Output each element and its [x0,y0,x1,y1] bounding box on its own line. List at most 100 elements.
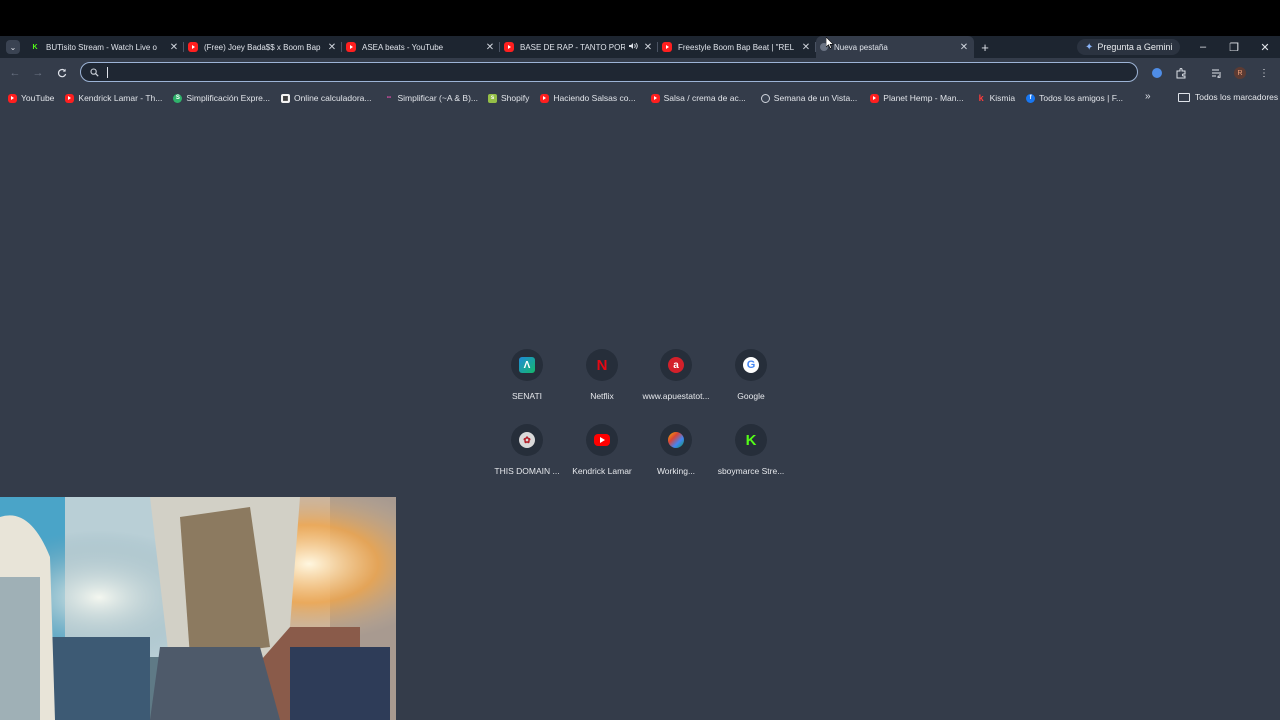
bookmark-youtube[interactable]: YouTube [8,93,54,103]
working-icon [668,432,684,448]
shortcut-tile: K [735,424,767,456]
extension-globe-icon [1152,68,1162,78]
puzzle-icon [1176,67,1185,78]
shortcut-label: SENATI [511,391,543,401]
tab-title: (Free) Joey Bada$$ x Boom Bap [204,42,321,52]
tab-title: Freestyle Boom Bap Beat | "REL [678,42,795,52]
bookmark-facebook[interactable]: f Todos los amigos | F... [1026,93,1123,103]
bookmark-kendrick-lamar[interactable]: Kendrick Lamar - Th... [65,93,162,103]
close-icon[interactable]: ✕ [168,42,180,53]
shortcut-label: THIS DOMAIN ... [494,466,560,476]
bookmark-semana-vista[interactable]: Semana de un Vista... [760,93,858,103]
bookmark-haciendo-salsas[interactable]: Haciendo Salsas co... [540,93,636,103]
youtube-icon [346,42,356,52]
search-icon [85,67,103,77]
bookmark-kismia[interactable]: k Kismia [977,93,1016,103]
tab-freestyle-boom-bap[interactable]: Freestyle Boom Bap Beat | "REL ✕ [658,36,816,58]
shortcut-sboymarce[interactable]: K sboymarce Stre... [709,424,793,494]
media-control-button[interactable] [1208,64,1226,82]
all-bookmarks-button[interactable]: Todos los marcadores [1178,92,1278,102]
black-letterbox-top [0,0,1280,36]
shortcut-tile: G [735,349,767,381]
globe-icon [760,93,770,103]
plus-icon: + [981,39,989,55]
close-icon: ✕ [1260,41,1270,54]
tab-title: ASEA beats - YouTube [362,42,444,52]
bookmark-label: Kendrick Lamar - Th... [78,93,163,103]
extensions-button[interactable] [1172,64,1190,82]
tab-butisito-stream[interactable]: K BUTisito Stream - Watch Live o ✕ [26,36,184,58]
profile-button[interactable]: R [1231,64,1249,82]
new-tab-button[interactable]: + [974,40,996,55]
shortcut-kendrick-lamar[interactable]: Kendrick Lamar [560,424,644,494]
close-icon[interactable]: ✕ [958,42,970,53]
google-icon: G [743,357,759,373]
close-icon[interactable]: ✕ [642,42,654,53]
speaker-icon[interactable] [629,42,638,52]
tab-nueva-pestana[interactable]: Nueva pestaña ✕ [816,36,974,58]
bookmark-calculadora[interactable]: ▦ Online calculadora... [280,93,371,103]
reload-button[interactable] [53,64,71,82]
shortcut-label: www.apuestatot... [642,391,710,401]
kick-icon: K [745,431,757,449]
minimize-icon: – [1199,41,1207,53]
tab-asea-beats[interactable]: ASEA beats - YouTube ✕ [342,36,500,58]
playlist-icon [1211,68,1220,78]
shortcut-working[interactable]: Working... [634,424,718,494]
back-button[interactable]: ← [6,64,24,82]
arrow-right-icon: → [32,67,44,79]
webcam-feed-image [0,497,396,720]
netflix-icon: N [596,356,608,374]
tab-joey-badass[interactable]: (Free) Joey Bada$$ x Boom Bap ✕ [184,36,342,58]
shortcut-google[interactable]: G Google [709,349,793,419]
gemini-sparkle-icon: ✦ [1085,41,1094,53]
youtube-icon [65,93,75,103]
close-window-button[interactable]: ✕ [1250,36,1280,58]
gemini-label: Pregunta a Gemini [1097,42,1173,52]
dots-icon: •• [386,95,392,101]
senati-icon: Λ [519,357,535,373]
youtube-icon [870,93,880,103]
shortcut-this-domain[interactable]: ✿ THIS DOMAIN ... [485,424,569,494]
bookmark-label: Haciendo Salsas co... [553,93,636,103]
youtube-icon [594,434,610,446]
close-icon[interactable]: ✕ [484,42,496,53]
shortcut-label: Google [737,391,765,401]
restore-button[interactable]: ❐ [1219,36,1249,58]
shortcut-senati[interactable]: Λ SENATI [485,349,569,419]
bookmark-planet-hemp[interactable]: Planet Hemp - Man... [870,93,964,103]
more-bookmarks-button[interactable]: » [1145,91,1151,102]
bookmark-label: Semana de un Vista... [773,93,858,103]
webcam-overlay [0,497,396,720]
close-icon[interactable]: ✕ [800,42,812,53]
shortcut-netflix[interactable]: N Netflix [560,349,644,419]
forward-button[interactable]: → [29,64,47,82]
chevron-double-right-icon: » [1145,91,1151,102]
folder-icon [1178,92,1190,102]
youtube-icon [188,42,198,52]
bookmark-shopify[interactable]: s Shopify [488,93,529,103]
youtube-icon [540,93,550,103]
minimize-button[interactable]: – [1188,36,1218,58]
bookmark-simplificacion[interactable]: S Simplificación Expre... [173,93,270,103]
bookmark-label: Salsa / crema de ac... [663,93,746,103]
menu-button[interactable]: ⋮ [1255,64,1273,82]
address-input[interactable] [110,66,1137,78]
gemini-button[interactable]: ✦ Pregunta a Gemini [1077,39,1181,55]
calculator-icon: ▦ [280,93,290,103]
bookmark-salsa-crema[interactable]: Salsa / crema de ac... [650,93,746,103]
all-bookmarks-label: Todos los marcadores [1195,92,1279,102]
bookmark-label: Shopify [501,93,530,103]
lens-extension-button[interactable] [1148,64,1166,82]
shortcut-apuestatotal[interactable]: a www.apuestatot... [634,349,718,419]
tab-base-de-rap[interactable]: BASE DE RAP - TANTO POR ✕ [500,36,658,58]
close-icon[interactable]: ✕ [326,42,338,53]
shortcut-label: Netflix [590,391,614,401]
youtube-icon [504,42,514,52]
bookmark-simplificar[interactable]: •• Simplificar (~A & B)... [384,93,478,103]
address-bar[interactable] [80,62,1138,82]
bookmark-label: Todos los amigos | F... [1039,93,1124,103]
tab-search-button[interactable]: ⌄ [0,36,26,58]
bookmark-label: Planet Hemp - Man... [883,93,964,103]
tab-title: BASE DE RAP - TANTO POR [520,42,625,52]
